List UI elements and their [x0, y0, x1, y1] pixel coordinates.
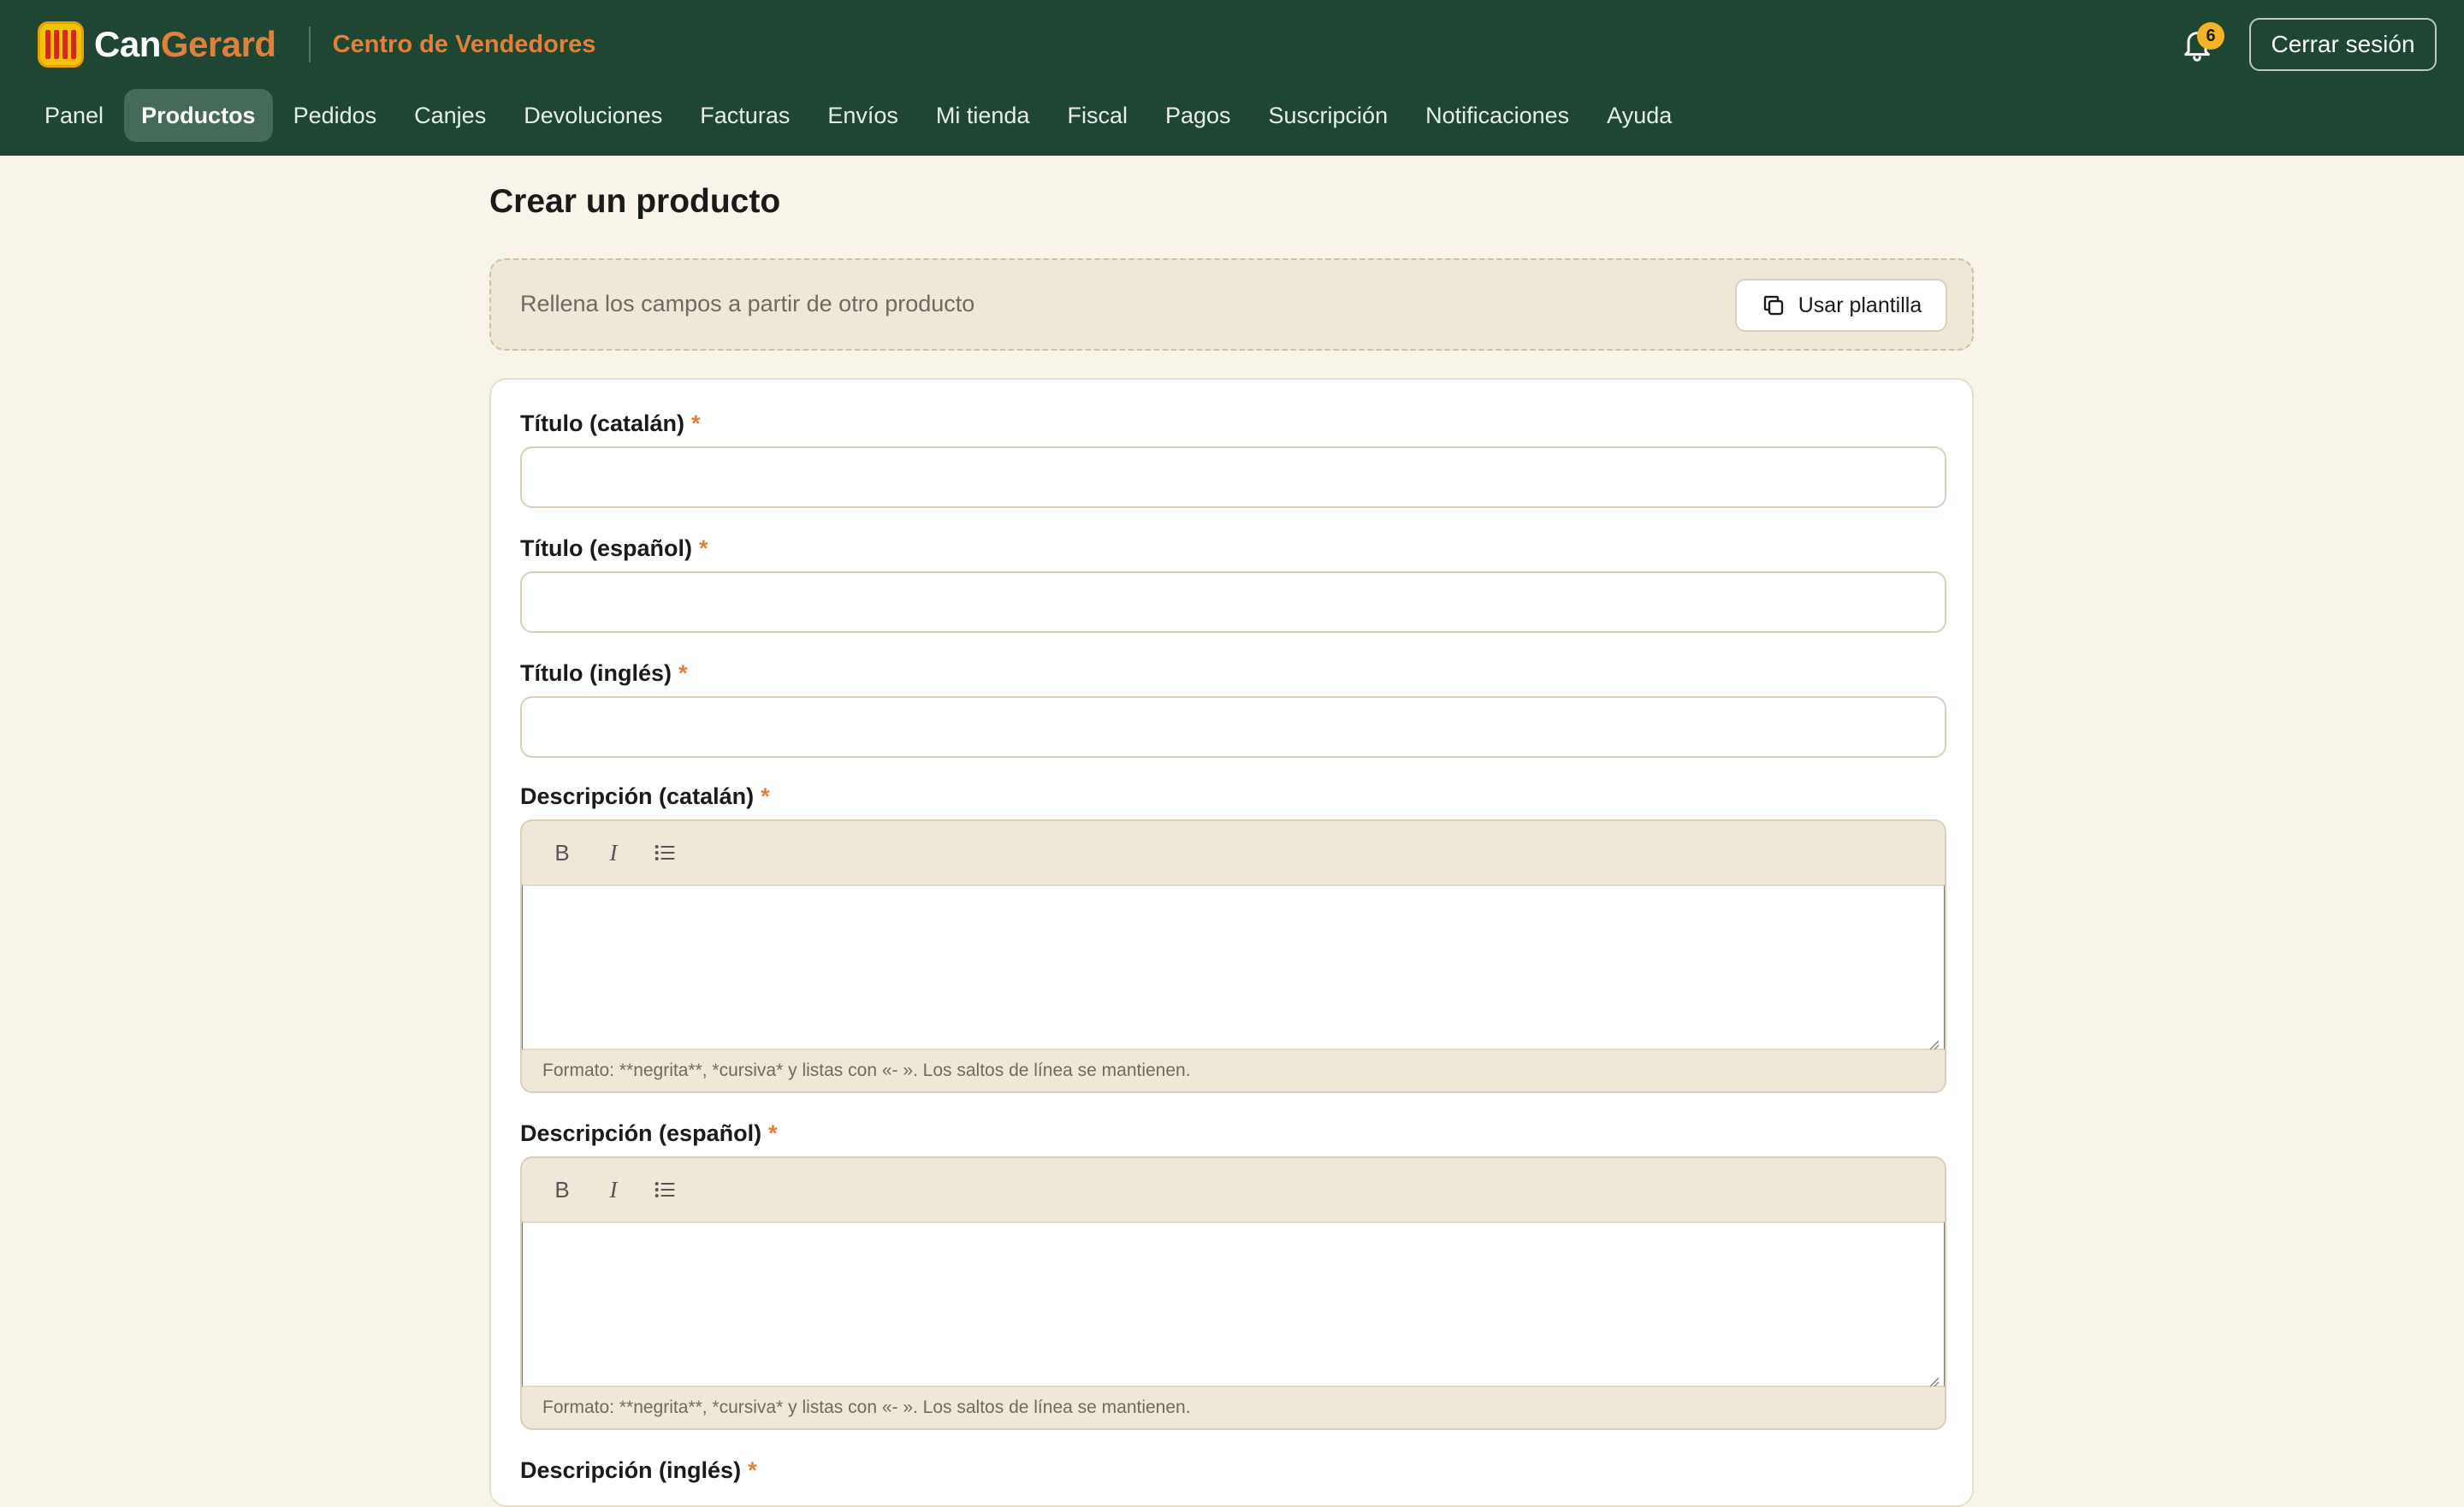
required-mark: *	[691, 411, 701, 436]
desc-ca-editor: B I Formato: **negrita**, *cursiva* y li…	[520, 819, 1946, 1093]
template-hint: Rellena los campos a partir de otro prod…	[520, 291, 975, 316]
title-ca-input[interactable]	[520, 446, 1946, 508]
resize-grip-icon[interactable]	[1926, 1374, 1940, 1387]
brand-name-part1: Can	[94, 24, 161, 64]
product-form: Título (catalán) * Título (español) * Títu…	[489, 378, 1974, 1507]
logo-icon	[38, 21, 84, 68]
brand-divider	[308, 27, 311, 62]
template-banner: Rellena los campos a partir de otro prod…	[489, 258, 1974, 351]
title-en-label-text: Título (inglés)	[520, 660, 672, 686]
desc-ca-textarea[interactable]	[522, 884, 1945, 1050]
list-button[interactable]	[645, 833, 684, 872]
list-icon	[654, 1182, 675, 1197]
brand-name: CanGerard	[94, 24, 276, 65]
top-bar: CanGerard Centro de Vendedores 6 Cerrar …	[0, 0, 2464, 156]
editor-toolbar: B I	[522, 1158, 1945, 1221]
nav-item-devoluciones[interactable]: Devoluciones	[506, 89, 679, 142]
nav-item-suscripcion[interactable]: Suscripción	[1252, 89, 1406, 142]
page-title: Crear un producto	[489, 183, 781, 220]
nav-item-mi-tienda[interactable]: Mi tienda	[919, 89, 1047, 142]
bold-icon: B	[554, 839, 570, 866]
nav-item-pedidos[interactable]: Pedidos	[276, 89, 394, 142]
required-mark: *	[678, 660, 688, 686]
title-ca-label-text: Título (catalán)	[520, 411, 685, 436]
italic-button[interactable]: I	[594, 1170, 633, 1209]
desc-en-label-text: Descripción (inglés)	[520, 1457, 742, 1483]
title-en-input[interactable]	[520, 696, 1946, 758]
title-es-input[interactable]	[520, 571, 1946, 633]
use-template-label: Usar plantilla	[1798, 293, 1922, 317]
list-icon	[654, 845, 675, 860]
required-mark: *	[698, 535, 708, 561]
nav-item-productos[interactable]: Productos	[124, 89, 273, 142]
desc-es-editor: B I Formato: **negrita**, *cursiva* y li…	[520, 1156, 1946, 1430]
desc-es-label: Descripción (español) *	[520, 1120, 778, 1147]
nav-item-facturas[interactable]: Facturas	[683, 89, 807, 142]
italic-icon: I	[609, 1176, 618, 1203]
nav-item-ayuda[interactable]: Ayuda	[1590, 89, 1689, 142]
required-mark: *	[748, 1457, 757, 1483]
title-ca-label: Título (catalán) *	[520, 411, 701, 437]
main-nav: Panel Productos Pedidos Canjes Devolucio…	[27, 89, 1692, 142]
copy-icon	[1763, 295, 1783, 316]
desc-es-textarea[interactable]	[522, 1221, 1945, 1387]
portal-subtitle: Centro de Vendedores	[332, 30, 596, 58]
nav-item-canjes[interactable]: Canjes	[397, 89, 503, 142]
use-template-button[interactable]: Usar plantilla	[1735, 279, 1947, 332]
format-hint: Formato: **negrita**, *cursiva* y listas…	[542, 1398, 1191, 1417]
italic-icon: I	[609, 839, 618, 866]
desc-ca-label-text: Descripción (catalán)	[520, 783, 755, 809]
bold-button[interactable]: B	[542, 833, 582, 872]
title-en-label: Título (inglés) *	[520, 660, 688, 687]
desc-es-label-text: Descripción (español)	[520, 1120, 762, 1146]
desc-ca-label: Descripción (catalán) *	[520, 783, 770, 810]
nav-item-envios[interactable]: Envíos	[810, 89, 915, 142]
nav-item-panel[interactable]: Panel	[27, 89, 121, 142]
bold-icon: B	[554, 1176, 570, 1203]
editor-toolbar: B I	[522, 821, 1945, 884]
title-es-label: Título (español) *	[520, 535, 708, 562]
required-mark: *	[761, 783, 770, 809]
list-button[interactable]	[645, 1170, 684, 1209]
brand-name-part2: Gerard	[160, 24, 276, 64]
italic-button[interactable]: I	[594, 833, 633, 872]
bold-button[interactable]: B	[542, 1170, 582, 1209]
nav-item-fiscal[interactable]: Fiscal	[1050, 89, 1145, 142]
brand[interactable]: CanGerard Centro de Vendedores	[38, 21, 595, 68]
required-mark: *	[768, 1120, 778, 1146]
notification-count-badge: 6	[2197, 22, 2224, 50]
resize-grip-icon[interactable]	[1926, 1037, 1940, 1050]
nav-item-pagos[interactable]: Pagos	[1148, 89, 1248, 142]
logout-button[interactable]: Cerrar sesión	[2249, 18, 2437, 71]
nav-item-notificaciones[interactable]: Notificaciones	[1408, 89, 1586, 142]
format-hint: Formato: **negrita**, *cursiva* y listas…	[542, 1061, 1191, 1080]
title-es-label-text: Título (español)	[520, 535, 692, 561]
notifications-button[interactable]: 6	[2175, 22, 2224, 70]
